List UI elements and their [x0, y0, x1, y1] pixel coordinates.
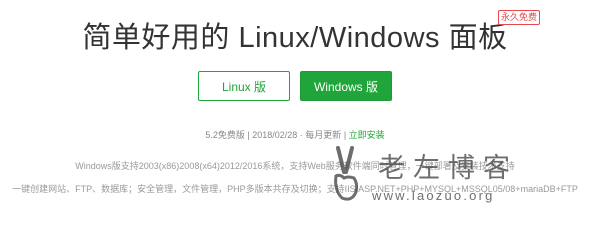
free-forever-badge: 永久免费: [498, 10, 541, 25]
dot-separator: ·: [299, 130, 303, 140]
watermark: 老左博客 www.laozuo.org: [328, 146, 590, 208]
linux-version-button[interactable]: Linux 版: [198, 71, 290, 101]
version-meta: 5.2免费版 | 2018/02/28 · 每月更新 | 立即安装: [0, 128, 590, 141]
install-now-link[interactable]: 立即安装: [349, 130, 385, 140]
description-line-2: 一键创建网站、FTP、数据库；安全管理，文件管理，PHP多版本共存及切换；支持I…: [12, 184, 578, 194]
windows-version-button[interactable]: Windows 版: [300, 71, 392, 101]
update-frequency: 每月更新: [305, 130, 342, 140]
page-title: 简单好用的 Linux/Windows 面板: [82, 22, 508, 54]
version-label: 5.2免费版: [205, 130, 245, 140]
description-line-1: Windows版支持2003(x86)2008(x64)2012/2016系统，…: [75, 161, 515, 171]
release-date: 2018/02/28: [252, 130, 298, 140]
